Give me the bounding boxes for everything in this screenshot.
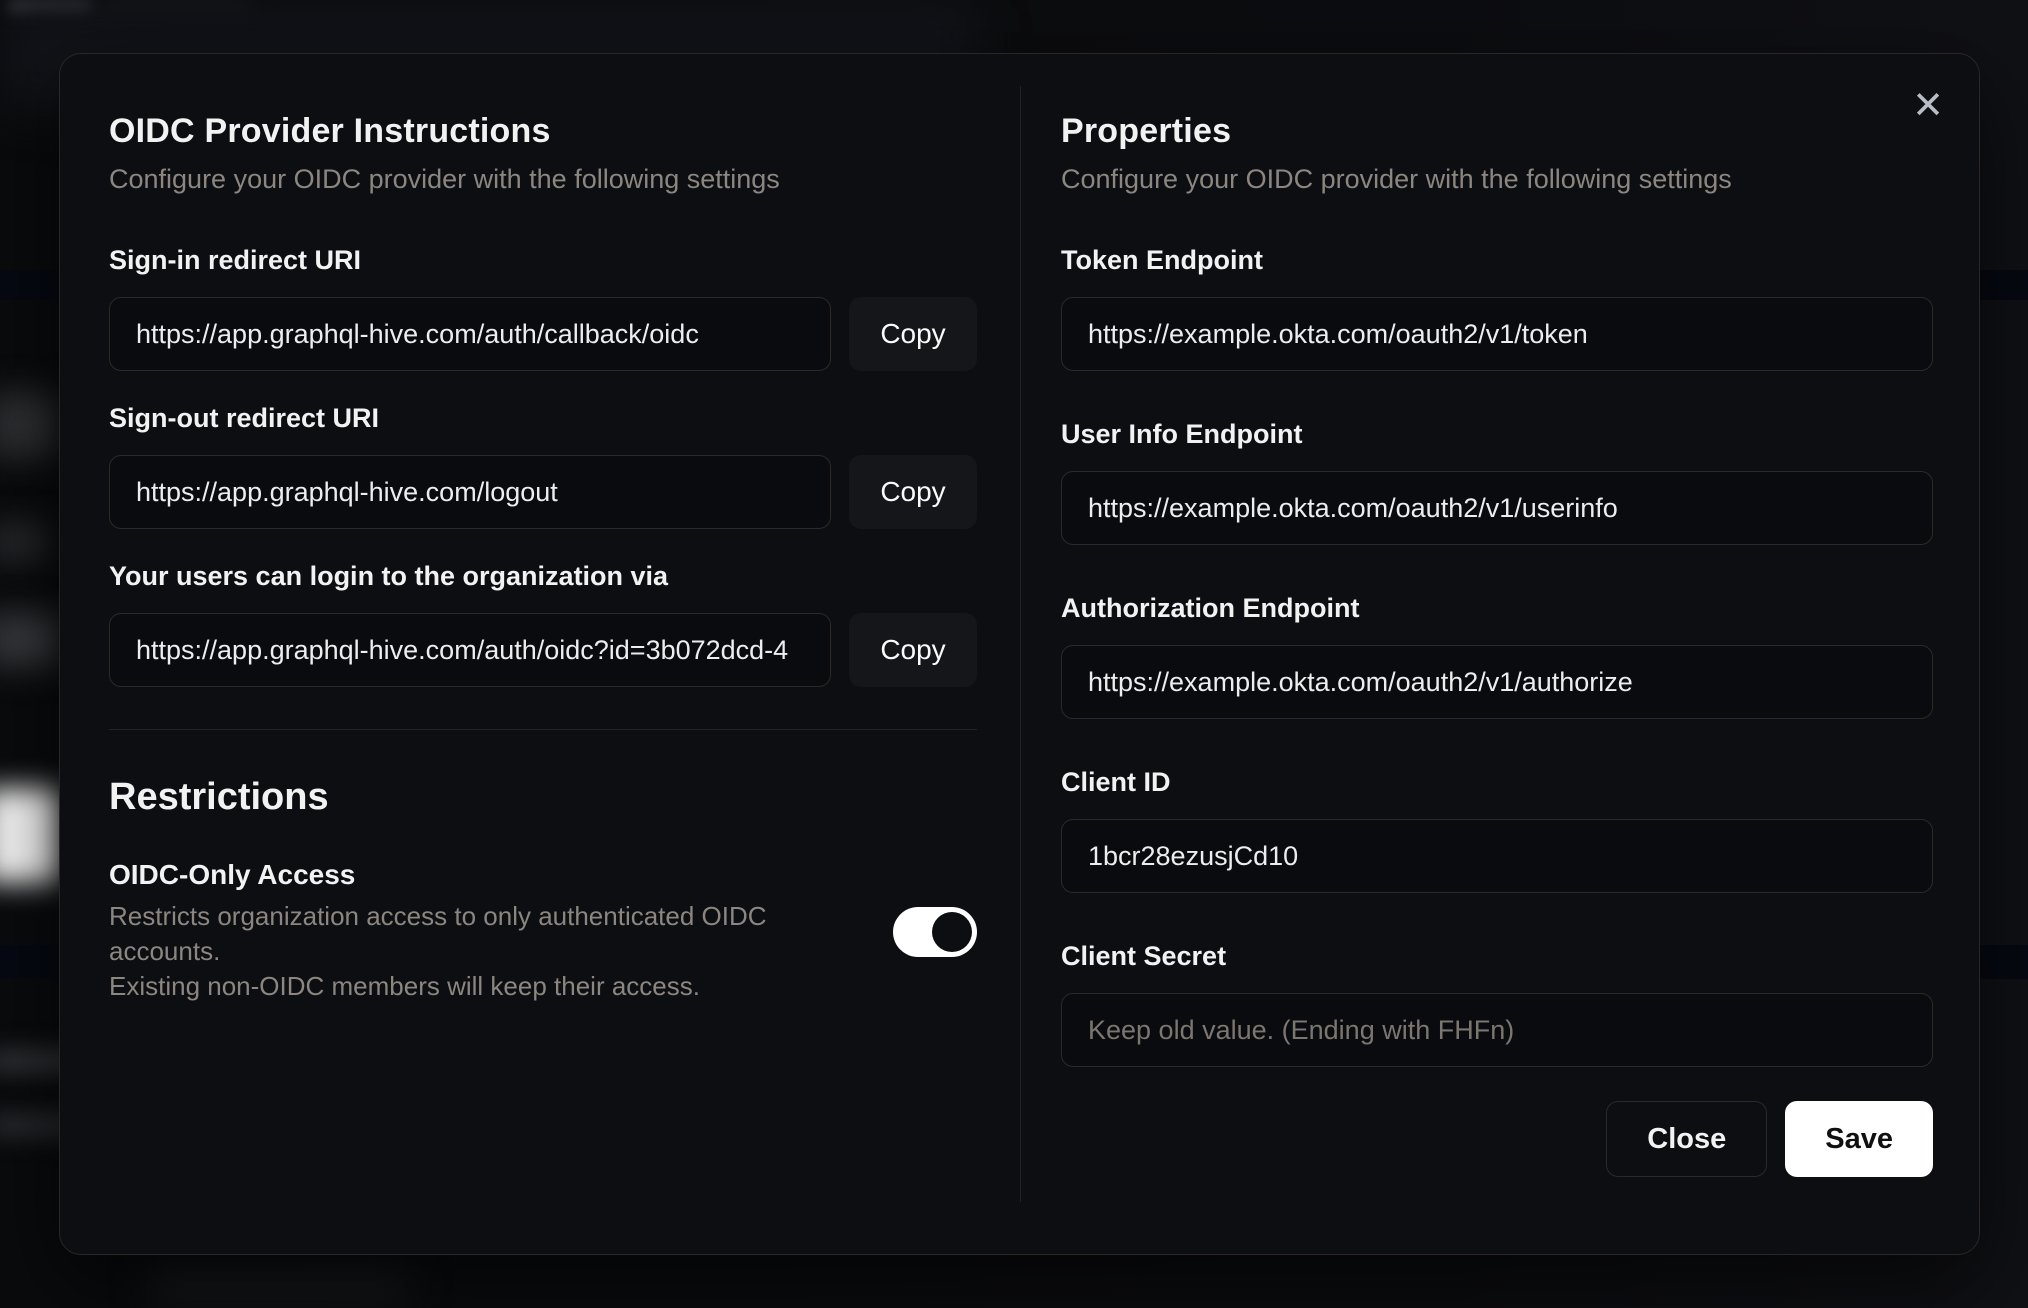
signout-redirect-uri-label: Sign-out redirect URI (109, 403, 380, 433)
authorization-endpoint-label: Authorization Endpoint (1061, 593, 1360, 623)
oidc-only-access-label: OIDC-Only Access (109, 859, 356, 890)
signin-redirect-uri-row: Copy (109, 297, 977, 371)
authorization-endpoint-input[interactable] (1061, 645, 1933, 719)
signout-redirect-uri-input[interactable] (109, 455, 831, 529)
signout-redirect-uri-row: Copy (109, 455, 977, 529)
client-secret-label: Client Secret (1061, 941, 1227, 971)
close-button[interactable]: Close (1606, 1101, 1768, 1177)
background-blur-artifact (0, 612, 61, 667)
token-endpoint-input[interactable] (1061, 297, 1933, 371)
userinfo-endpoint-input[interactable] (1061, 471, 1933, 545)
client-secret-input[interactable] (1061, 993, 1933, 1067)
copy-signout-uri-button[interactable]: Copy (849, 455, 977, 529)
userinfo-endpoint-label: User Info Endpoint (1061, 419, 1303, 449)
oidc-only-access-row: OIDC-Only Access Restricts organization … (109, 859, 977, 1004)
signin-redirect-uri-label: Sign-in redirect URI (109, 245, 362, 275)
oidc-only-access-text: OIDC-Only Access Restricts organization … (109, 859, 863, 1004)
client-id-row (1061, 819, 1933, 893)
token-endpoint-label: Token Endpoint (1061, 245, 1263, 275)
toggle-knob (932, 911, 972, 952)
instructions-title: OIDC Provider Instructions (109, 112, 551, 150)
properties-title: Properties (1061, 112, 1232, 150)
properties-subtitle: Configure your OIDC provider with the fo… (1061, 164, 1732, 194)
login-url-row: Copy (109, 613, 977, 687)
description-line: Existing non-OIDC members will keep thei… (109, 971, 700, 1001)
background-blur-artifact (0, 520, 48, 564)
copy-login-url-button[interactable]: Copy (849, 613, 977, 687)
token-endpoint-row (1061, 297, 1933, 371)
restrictions-divider (109, 729, 977, 730)
instructions-subtitle: Configure your OIDC provider with the fo… (109, 164, 780, 194)
dialog-actions: Close Save (1061, 1101, 1933, 1177)
properties-column: Properties Configure your OIDC provider … (1061, 54, 1933, 1177)
instructions-column: OIDC Provider Instructions Configure you… (109, 54, 977, 1004)
authorization-endpoint-row (1061, 645, 1933, 719)
login-url-input[interactable] (109, 613, 831, 687)
background-blur-artifact (0, 392, 58, 458)
userinfo-endpoint-row (1061, 471, 1933, 545)
background-blur-artifact (150, 1262, 410, 1308)
client-id-label: Client ID (1061, 767, 1171, 797)
description-line: Restricts organization access to only au… (109, 901, 767, 966)
page-background: { "modal": { "close_icon": "✕", "left": … (0, 0, 2028, 1308)
client-secret-row (1061, 993, 1933, 1067)
column-divider (1020, 86, 1021, 1202)
login-url-label: Your users can login to the organization… (109, 561, 669, 591)
oidc-only-access-description: Restricts organization access to only au… (109, 899, 863, 1004)
signin-redirect-uri-input[interactable] (109, 297, 831, 371)
save-button[interactable]: Save (1785, 1101, 1933, 1177)
oidc-only-access-toggle[interactable] (893, 906, 977, 957)
oidc-settings-dialog: ✕ OIDC Provider Instructions Configure y… (59, 53, 1980, 1255)
client-id-input[interactable] (1061, 819, 1933, 893)
background-blur-artifact (0, 788, 60, 883)
restrictions-title: Restrictions (109, 776, 329, 818)
copy-signin-uri-button[interactable]: Copy (849, 297, 977, 371)
